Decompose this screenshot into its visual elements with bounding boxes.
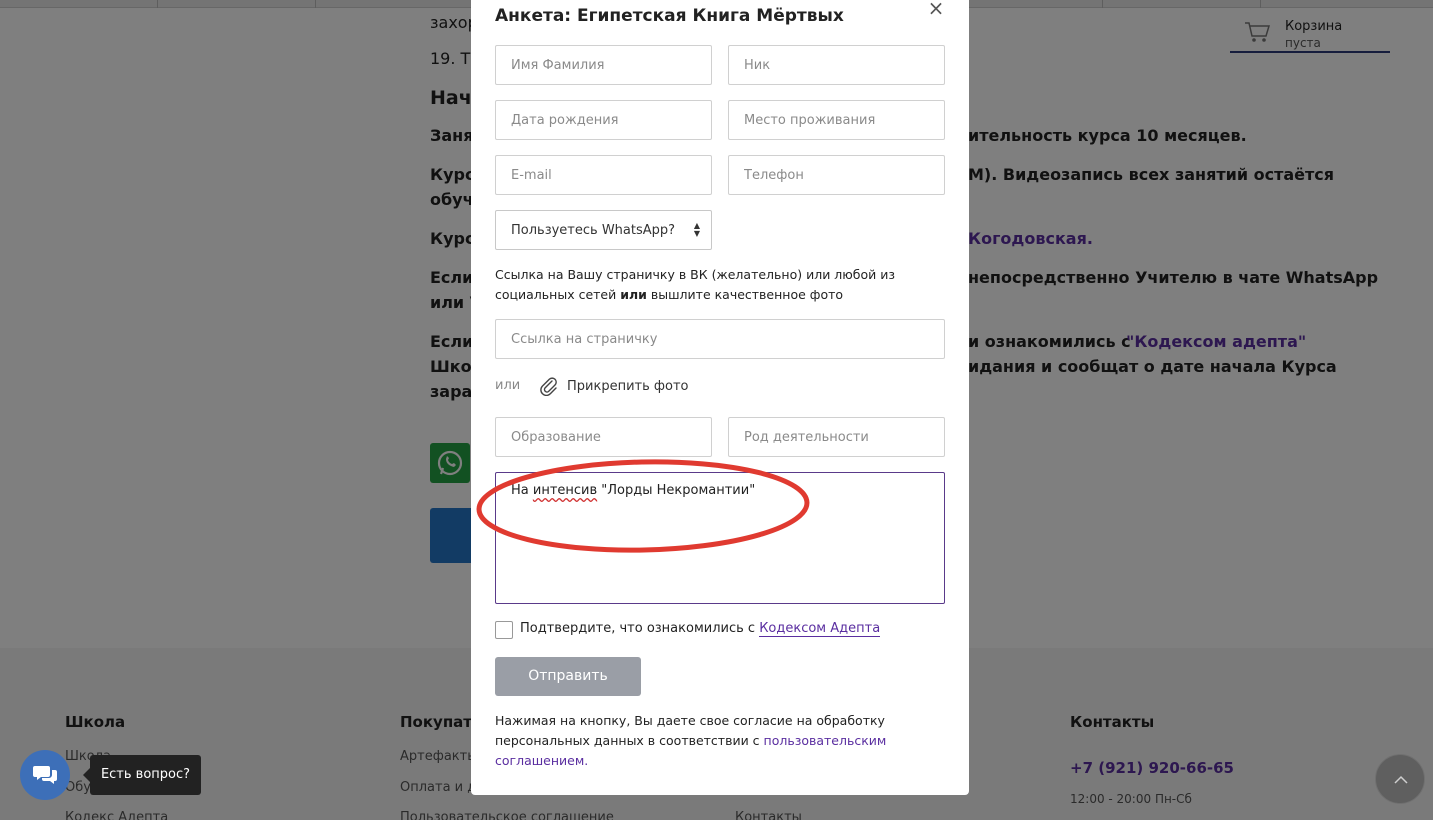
paperclip-icon (540, 377, 557, 396)
codex-link[interactable]: Кодексом Адепта (759, 621, 881, 637)
close-button[interactable]: × (927, 0, 945, 18)
select-arrows-icon: ▲ ▼ (693, 221, 700, 238)
attach-photo-button[interactable]: Прикрепить фото (539, 376, 689, 396)
chat-bubbles-icon (33, 766, 57, 784)
textarea-text: На (511, 483, 533, 498)
or-label: или (495, 378, 521, 393)
application-form-modal: Анкета: Египетская Книга Мёртвых × Польз… (471, 0, 969, 795)
note-bold-or: или (620, 287, 647, 302)
textarea-text: "Лорды Некромантии" (597, 483, 756, 498)
education-field[interactable] (495, 417, 712, 457)
occupation-field[interactable] (728, 417, 945, 457)
submit-button[interactable]: Отправить (495, 657, 641, 696)
chat-tooltip: Есть вопрос? (83, 755, 201, 795)
email-field[interactable] (495, 155, 712, 195)
comment-textarea[interactable]: На интенсив "Лорды Некромантии" (495, 472, 945, 604)
note-text: вышлите качественное фото (646, 287, 844, 302)
scroll-to-top-button[interactable] (1375, 754, 1425, 804)
chevron-up-icon (1394, 775, 1408, 784)
phone-field[interactable] (728, 155, 945, 195)
chat-button[interactable] (20, 750, 70, 800)
confirm-text: Подтвердите, что ознакомились с (520, 621, 760, 636)
whatsapp-select[interactable]: Пользуетесь WhatsApp? ▲ ▼ (495, 210, 712, 250)
misspelled-word: интенсив (532, 483, 598, 498)
name-field[interactable] (495, 45, 712, 85)
attach-photo-label: Прикрепить фото (567, 378, 689, 394)
birthdate-field[interactable] (495, 100, 712, 140)
codex-confirm-checkbox[interactable] (495, 621, 513, 639)
social-link-note: Ссылка на Вашу страничку в ВК (желательн… (495, 265, 945, 305)
profile-link-field[interactable] (495, 319, 945, 359)
nick-field[interactable] (728, 45, 945, 85)
whatsapp-select-value: Пользуетесь WhatsApp? (511, 223, 676, 238)
consent-text: Нажимая на кнопку, Вы даете свое согласи… (495, 711, 935, 771)
residence-field[interactable] (728, 100, 945, 140)
modal-title: Анкета: Египетская Книга Мёртвых (495, 6, 844, 26)
codex-confirm-label[interactable]: Подтвердите, что ознакомились с Кодексом… (520, 621, 881, 637)
